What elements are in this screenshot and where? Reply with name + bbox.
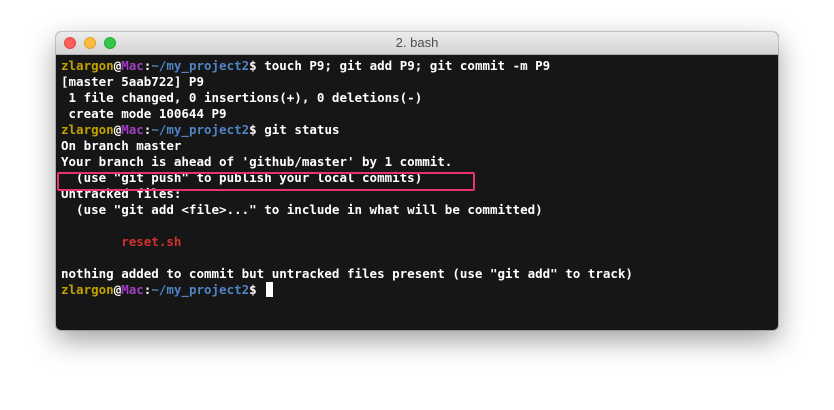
prompt-symbol: $ xyxy=(249,122,265,137)
prompt-symbol: $ xyxy=(249,282,265,297)
window-title: 2. bash xyxy=(395,35,439,50)
prompt-symbol: $ xyxy=(249,58,265,73)
prompt-line: zlargon@Mac:~/my_project2$ touch P9; git… xyxy=(61,58,773,74)
current-prompt-line[interactable]: zlargon@Mac:~/my_project2$ xyxy=(61,282,773,298)
terminal-window: 2. bash zlargon@Mac:~/my_project2$ touch… xyxy=(56,32,778,330)
prompt-user: zlargon xyxy=(61,58,114,73)
output-line: On branch master xyxy=(61,138,182,153)
prompt-host: Mac xyxy=(121,282,144,297)
prompt-path: ~/my_project2 xyxy=(151,58,250,73)
prompt-path: ~/my_project2 xyxy=(151,282,250,297)
command-text: touch P9; git add P9; git commit -m P9 xyxy=(264,58,551,73)
text-cursor xyxy=(266,282,274,297)
title-bar: 2. bash xyxy=(56,32,778,55)
output-line: (use "git push" to publish your local co… xyxy=(61,170,423,185)
prompt-line: zlargon@Mac:~/my_project2$ git status xyxy=(61,122,773,138)
output-line: Untracked files: xyxy=(61,186,182,201)
prompt-host: Mac xyxy=(121,58,144,73)
output-line: create mode 100644 P9 xyxy=(61,106,227,121)
output-line: nothing added to commit but untracked fi… xyxy=(61,266,633,281)
output-line: [master 5aab722] P9 xyxy=(61,74,204,89)
untracked-file: reset.sh xyxy=(61,234,182,249)
prompt-path: ~/my_project2 xyxy=(151,122,250,137)
output-line: (use "git add <file>..." to include in w… xyxy=(61,202,543,217)
prompt-user: zlargon xyxy=(61,282,114,297)
prompt-user: zlargon xyxy=(61,122,114,137)
output-line: 1 file changed, 0 insertions(+), 0 delet… xyxy=(61,90,423,105)
branch-ahead-line: Your branch is ahead of 'github/master' … xyxy=(61,154,453,169)
prompt-host: Mac xyxy=(121,122,144,137)
terminal-output[interactable]: zlargon@Mac:~/my_project2$ touch P9; git… xyxy=(56,55,778,298)
command-text: git status xyxy=(264,122,340,137)
